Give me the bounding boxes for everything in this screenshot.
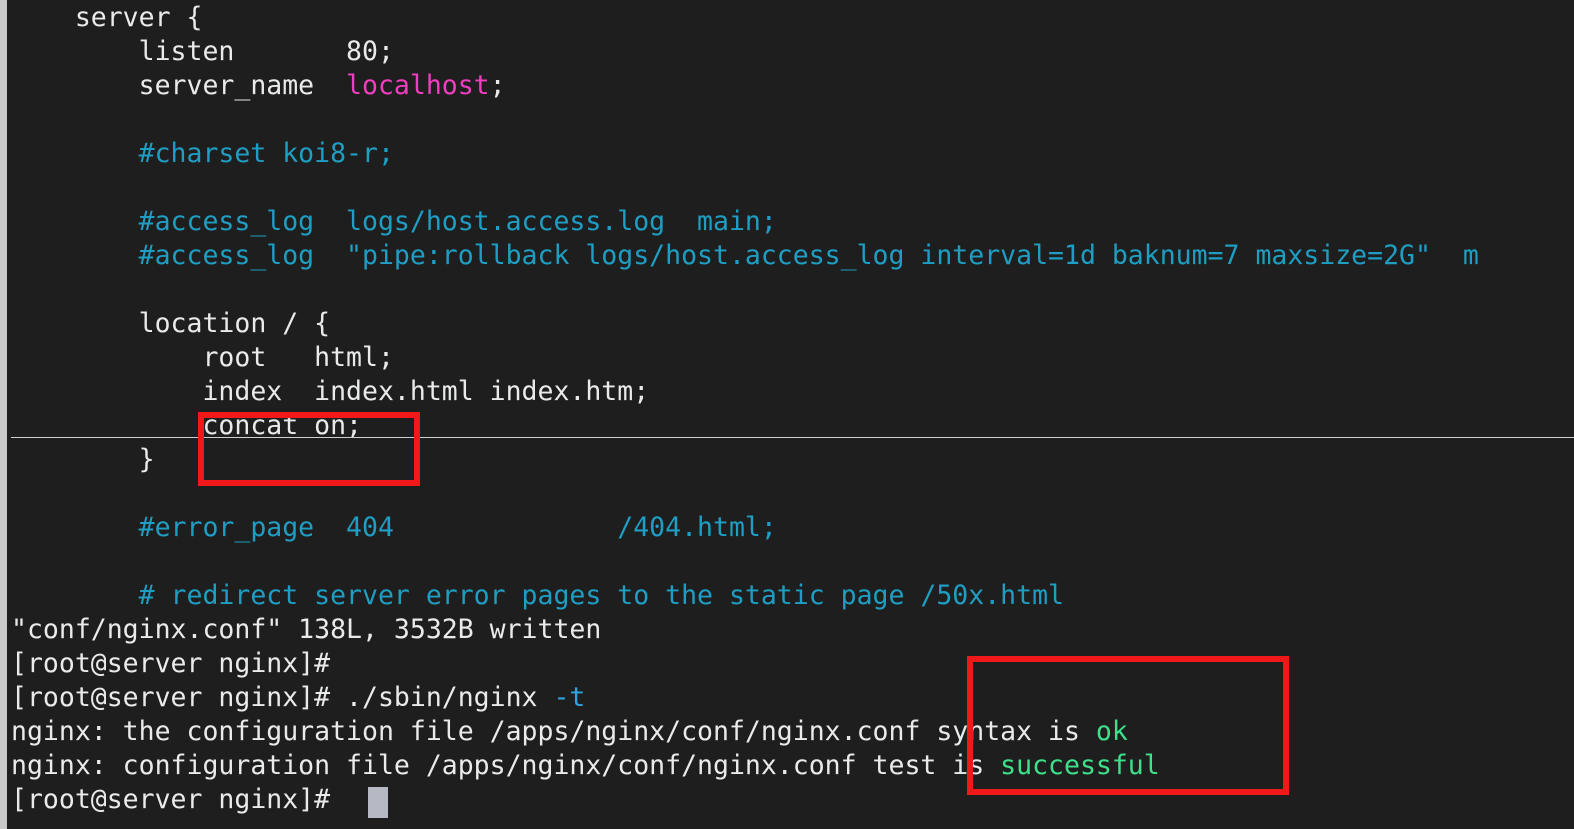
line-nginx-syntax-seg-0: nginx: the configuration file /apps/ngin… — [11, 716, 1096, 747]
annotation-box-concat-directive — [198, 412, 420, 486]
shell-line-line-nginx-syntax: nginx: the configuration file /apps/ngin… — [0, 715, 1128, 749]
annotation-box-test-result — [967, 656, 1289, 795]
shell-line-line-prompt-3: [root@server nginx]# — [0, 783, 346, 817]
line-prompt-1-seg-0: [root@server nginx]# — [11, 648, 346, 679]
shell-line-line-prompt-1: [root@server nginx]# — [0, 647, 346, 681]
terminal-window: server { listen 80; server_name localhos… — [0, 0, 1574, 829]
shell-line-line-prompt-2-cmd: [root@server nginx]# ./sbin/nginx -t — [0, 681, 585, 715]
line-nginx-test-seg-0: nginx: configuration file /apps/nginx/co… — [11, 750, 1000, 781]
line-prompt-2-cmd-seg-1: -t — [553, 682, 585, 713]
terminal-cursor — [368, 787, 388, 818]
shell-line-line-written: "conf/nginx.conf" 138L, 3532B written — [0, 613, 601, 647]
line-prompt-3-seg-0: [root@server nginx]# — [11, 784, 346, 815]
line-prompt-2-cmd-seg-0: [root@server nginx]# ./sbin/nginx — [11, 682, 553, 713]
line-written-seg-0: "conf/nginx.conf" 138L, 3532B written — [11, 614, 601, 645]
